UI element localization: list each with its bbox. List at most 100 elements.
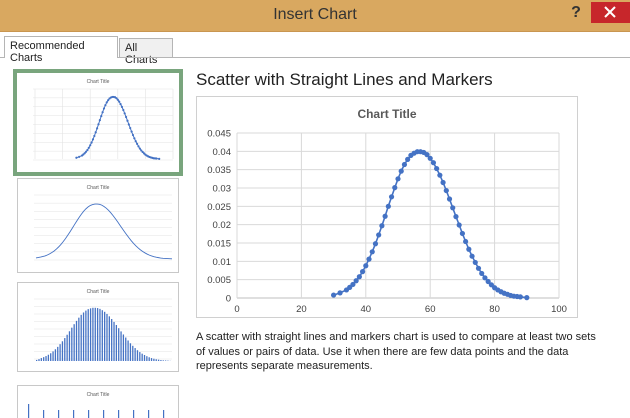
- data-point: [443, 187, 449, 194]
- thumbnail-bar: [28, 404, 30, 418]
- thumbnail-scatter-smooth-line[interactable]: Chart Title: [17, 178, 179, 273]
- title-bar: Insert Chart ?: [0, 0, 630, 32]
- thumbnail-point: [134, 140, 137, 143]
- y-tick-label: 0.025: [207, 202, 231, 213]
- thumbnail-bar: [108, 316, 110, 361]
- thumbnail-bar: [99, 308, 101, 361]
- chart-gridlines: [236, 132, 560, 299]
- thumbnail-bar: [89, 308, 92, 361]
- data-point: [401, 161, 408, 168]
- data-point: [446, 196, 453, 202]
- thumbnail-bar: [122, 334, 125, 361]
- data-point: [517, 294, 523, 300]
- x-tick-label: 80: [489, 304, 500, 315]
- thumbnail-bar: [71, 327, 73, 361]
- thumbnail-bar: [68, 331, 71, 361]
- thumbnail-bar: [59, 344, 61, 361]
- thumbnail-bar: [88, 410, 90, 418]
- thumbnail-point: [158, 157, 161, 160]
- data-point: [395, 176, 401, 182]
- thumbnail-point: [119, 102, 122, 106]
- thumbnail-point: [105, 101, 108, 104]
- thumbnail-point: [104, 104, 107, 107]
- thumbnail-bar: [82, 312, 85, 361]
- thumbnail-point: [122, 108, 125, 112]
- thumbnail-bar: [139, 352, 141, 361]
- data-point: [440, 179, 446, 186]
- data-point: [463, 238, 469, 245]
- data-point: [472, 259, 478, 266]
- thumbnail-bar: [160, 360, 162, 361]
- thumbnail-scatter-lines-markers[interactable]: Chart Title: [13, 69, 183, 176]
- y-tick-label: 0.035: [207, 165, 231, 176]
- thumbnail-bar: [133, 410, 135, 418]
- data-point: [405, 156, 411, 162]
- thumbnail-bar: [101, 310, 103, 361]
- thumbnail-point: [101, 111, 104, 114]
- tab-recommended-charts[interactable]: Recommended Charts: [4, 36, 118, 64]
- thumbnail-point: [90, 141, 93, 144]
- thumbnail-point: [97, 123, 100, 126]
- thumbnail-column-chart-2[interactable]: Chart Title: [17, 385, 179, 418]
- tab-strip: Recommended Charts All Charts: [0, 32, 630, 66]
- thumbnail-bar: [40, 358, 42, 361]
- thumbnail-scatter-chart: Chart Title: [33, 79, 174, 161]
- thumbnail-bar: [58, 410, 60, 418]
- thumbnail-point: [131, 133, 135, 137]
- thumbnail-bar: [94, 307, 96, 361]
- thumbnail-point: [102, 107, 106, 110]
- data-point: [453, 214, 459, 220]
- thumbnail-point: [107, 99, 110, 102]
- thumbnail-bar: [104, 311, 106, 361]
- data-point: [434, 165, 440, 172]
- thumbnail-point: [130, 130, 133, 133]
- thumbnail-bar: [132, 345, 134, 361]
- data-point: [366, 256, 372, 262]
- data-point: [369, 249, 375, 255]
- tab-all-charts[interactable]: All Charts: [119, 38, 173, 66]
- data-point: [430, 160, 437, 166]
- thumbnail-bar: [61, 341, 64, 361]
- data-point: [353, 278, 359, 284]
- thumbnail-title: Chart Title: [87, 289, 110, 295]
- thumbnail-bar: [73, 324, 75, 361]
- data-point: [356, 274, 362, 280]
- y-tick-label: 0.045: [207, 129, 231, 140]
- thumbnail-point: [129, 126, 132, 130]
- thumbnail-point: [127, 123, 130, 126]
- thumbnail-bar: [66, 334, 68, 361]
- help-button[interactable]: ?: [566, 3, 586, 25]
- thumbnail-title: Chart Title: [87, 185, 110, 191]
- thumbnail-bar: [50, 353, 52, 361]
- data-point: [427, 155, 433, 161]
- thumbnail-bar: [43, 357, 45, 361]
- x-tick-label: 100: [551, 304, 567, 315]
- x-tick-label: 40: [361, 304, 372, 315]
- thumbnail-line-chart: Chart Title: [34, 185, 173, 261]
- thumbnail-bar: [146, 356, 148, 361]
- window-title: Insert Chart: [273, 6, 357, 23]
- data-point: [475, 265, 482, 271]
- thumbnail-point: [78, 155, 81, 158]
- thumbnail-bar: [155, 359, 157, 361]
- thumbnail-point: [100, 114, 103, 118]
- thumbnail-list: Chart Title Chart Title Chart Title Char…: [0, 58, 187, 418]
- thumbnail-column-chart[interactable]: Chart Title: [17, 282, 179, 372]
- data-point: [456, 222, 462, 228]
- data-point: [376, 232, 382, 238]
- thumbnail-bar: [47, 354, 50, 361]
- data-point: [398, 168, 404, 174]
- data-point: [469, 253, 475, 259]
- thumbnail-bar: [125, 337, 127, 361]
- close-button[interactable]: [591, 2, 630, 23]
- thumbnail-point: [86, 148, 89, 152]
- thumbnail-point: [94, 131, 97, 134]
- thumbnail-bar: [136, 350, 139, 361]
- thumbnail-bar: [127, 340, 129, 361]
- thumbnail-bar: [143, 355, 146, 361]
- y-tick-label: 0.04: [213, 147, 232, 158]
- data-point: [459, 230, 465, 237]
- data-point: [363, 263, 369, 269]
- thumbnail-bar: [75, 320, 78, 361]
- thumbnail-bar: [85, 310, 87, 361]
